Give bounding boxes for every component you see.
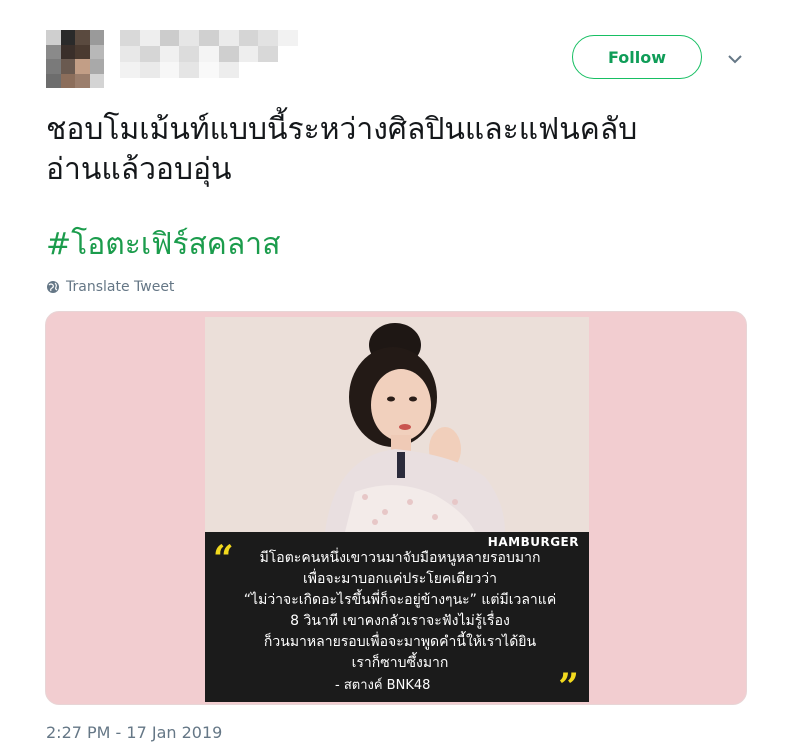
tweet-timestamp[interactable]: 2:27 PM - 17 Jan 2019 — [46, 723, 222, 742]
translate-label: Translate Tweet — [66, 279, 175, 295]
tweet-text-line: ชอบโมเม้นท์แบบนี้ระหว่างศิลปินและแฟนคลับ — [46, 112, 638, 147]
tweet-text-line: อ่านแล้วอบอุ่น — [46, 152, 232, 187]
quote-line: 8 วินาที เขาคงกลัวเราจะฟังไม่รู้เรื่อง — [290, 613, 510, 629]
media-photo[interactable]: HAMBURGER “ มีโอตะคนหนึ่งเขาวนมาจับมือหน… — [205, 317, 589, 702]
quote-caption-box: HAMBURGER “ มีโอตะคนหนึ่งเขาวนมาจับมือหน… — [205, 532, 589, 702]
username-blurred[interactable] — [120, 30, 298, 78]
globe-icon — [47, 281, 59, 293]
chevron-down-icon[interactable] — [726, 52, 744, 66]
close-quote-icon: ” — [558, 666, 579, 702]
follow-button[interactable]: Follow — [572, 35, 702, 79]
quote-line: “ไม่ว่าจะเกิดอะไรขึ้นพี่ก็จะอยู่ข้างๆนะ”… — [243, 592, 557, 608]
portrait-image — [205, 317, 589, 532]
tweet-text: ชอบโมเม้นท์แบบนี้ระหว่างศิลปินและแฟนคลับ… — [46, 110, 746, 190]
avatar[interactable] — [46, 30, 104, 88]
brand-label: HAMBURGER — [487, 535, 579, 549]
quote-line: เพื่อจะมาบอกแค่ประโยคเดียวว่า — [302, 571, 498, 587]
quote-author: - สตางค์ BNK48 — [335, 678, 431, 693]
tweet-media[interactable]: HAMBURGER “ มีโอตะคนหนึ่งเขาวนมาจับมือหน… — [45, 311, 747, 705]
translate-tweet-link[interactable]: Translate Tweet — [46, 279, 174, 295]
quote-line: เราก็ซาบซึ้งมาก — [351, 655, 449, 671]
quote-text: มีโอตะคนหนึ่งเขาวนมาจับมือหนูหลายรอบมาก … — [225, 548, 575, 674]
quote-line: มีโอตะคนหนึ่งเขาวนมาจับมือหนูหลายรอบมาก — [259, 550, 541, 566]
hashtag-link[interactable]: #โอตะเฟิร์สคลาส — [46, 225, 280, 265]
quote-line: ก็วนมาหลายรอบเพื่อจะมาพูดคำนี้ให้เราได้ย… — [263, 634, 537, 650]
